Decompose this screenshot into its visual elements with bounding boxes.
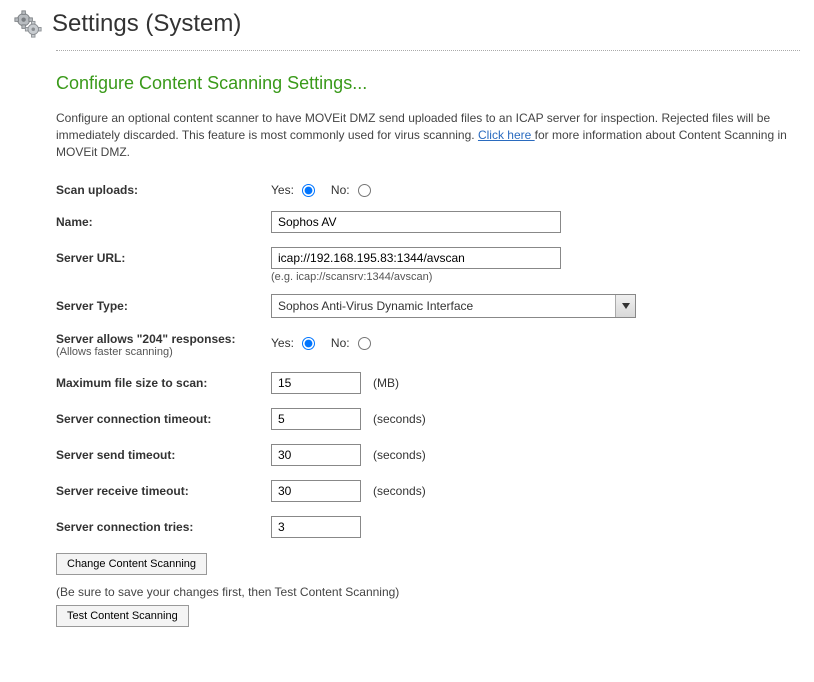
scan-uploads-yes-radio[interactable]	[302, 184, 315, 197]
seconds-unit-3: (seconds)	[373, 484, 426, 498]
chevron-down-icon	[615, 295, 635, 317]
no-label-204: No:	[331, 336, 350, 350]
mb-unit: (MB)	[373, 376, 399, 390]
conn-timeout-input[interactable]	[271, 408, 361, 430]
intro-text: Configure an optional content scanner to…	[56, 110, 800, 160]
send-timeout-label: Server send timeout:	[56, 448, 271, 462]
conn-timeout-label: Server connection timeout:	[56, 412, 271, 426]
change-content-scanning-button[interactable]: Change Content Scanning	[56, 553, 207, 575]
recv-timeout-input[interactable]	[271, 480, 361, 502]
allows-204-label: Server allows "204" responses: (Allows f…	[56, 332, 271, 358]
scan-uploads-label: Scan uploads:	[56, 183, 271, 197]
page-title: Settings (System)	[52, 10, 241, 38]
test-content-scanning-button[interactable]: Test Content Scanning	[56, 605, 189, 627]
max-file-size-input[interactable]	[271, 372, 361, 394]
server-url-input[interactable]	[271, 247, 561, 269]
allows-204-sublabel: (Allows faster scanning)	[56, 346, 271, 358]
name-label: Name:	[56, 215, 271, 229]
seconds-unit-2: (seconds)	[373, 448, 426, 462]
click-here-link[interactable]: Click here	[478, 128, 535, 142]
server-type-label: Server Type:	[56, 299, 271, 313]
server-url-hint: (e.g. icap://scansrv:1344/avscan)	[271, 271, 800, 283]
server-type-value: Sophos Anti-Virus Dynamic Interface	[271, 294, 636, 318]
allows-204-yes-radio[interactable]	[302, 337, 315, 350]
send-timeout-input[interactable]	[271, 444, 361, 466]
max-file-size-label: Maximum file size to scan:	[56, 376, 271, 390]
recv-timeout-label: Server receive timeout:	[56, 484, 271, 498]
section-title: Configure Content Scanning Settings...	[56, 73, 800, 94]
name-input[interactable]	[271, 211, 561, 233]
yes-label: Yes:	[271, 183, 294, 197]
yes-label-204: Yes:	[271, 336, 294, 350]
server-url-label: Server URL:	[56, 251, 271, 265]
save-first-note: (Be sure to save your changes first, the…	[56, 585, 800, 599]
conn-tries-input[interactable]	[271, 516, 361, 538]
seconds-unit-1: (seconds)	[373, 412, 426, 426]
no-label: No:	[331, 183, 350, 197]
conn-tries-label: Server connection tries:	[56, 520, 271, 534]
server-type-select[interactable]: Sophos Anti-Virus Dynamic Interface	[271, 294, 636, 318]
scan-uploads-no-radio[interactable]	[358, 184, 371, 197]
allows-204-no-radio[interactable]	[358, 337, 371, 350]
gear-icon	[14, 10, 42, 38]
